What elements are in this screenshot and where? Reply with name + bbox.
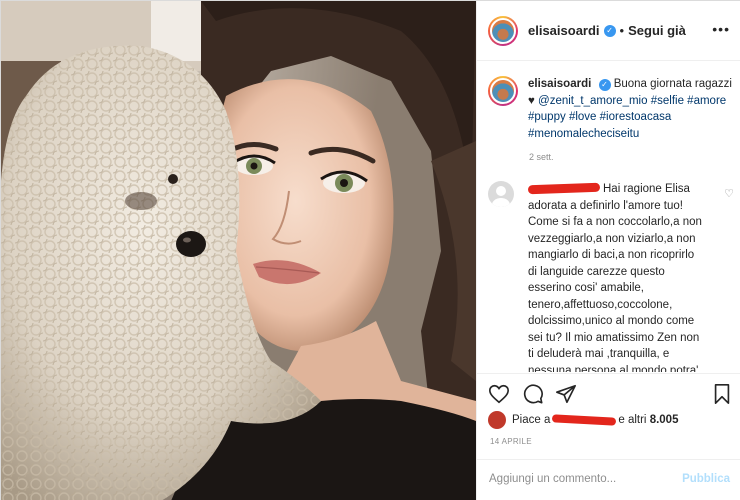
share-icon[interactable] [555,383,577,405]
redacted-liker [552,414,617,426]
likes-count[interactable]: 8.005 [650,414,679,426]
liker-avatar[interactable] [488,411,506,429]
likes-summary: Piace a e altri 8.005 [488,411,678,429]
publish-button[interactable]: Pubblica [682,473,730,485]
caption-timestamp: 2 sett. [529,152,554,162]
redacted-username [527,183,601,195]
post-side-panel: elisaisoardi ✓ • Segui già ••• elisaisoa… [476,1,740,500]
caption-verified-badge-icon: ✓ [598,79,611,91]
post-actions-bar [477,373,740,413]
hashtag-amore[interactable]: #amore [687,95,726,107]
hashtag-selfie[interactable]: #selfie [651,95,684,107]
heart-icon[interactable] [488,383,510,405]
likes-text: Piace a e altri 8.005 [512,414,678,426]
caption-mention[interactable]: @zenit_t_amore_mio [538,95,647,107]
caption-username[interactable]: elisaisoardi [528,78,591,90]
commenter-avatar[interactable] [488,181,514,207]
header-separator: • [619,23,625,38]
author-avatar[interactable] [488,15,518,46]
comment-text: Hai ragione Elisa adorata a definirlo l'… [527,181,706,372]
comment-body: Hai ragione Elisa adorata a definirlo l'… [528,183,702,372]
post-photo[interactable] [1,1,476,500]
post-date: 14 APRILE [490,437,532,446]
add-comment-bar: Pubblica [477,459,740,500]
caption-avatar-image [490,78,516,104]
likes-prefix: Piace a [512,414,551,426]
comment-item: Hai ragione Elisa adorata a definirlo l'… [488,181,738,372]
caption-text: elisaisoardi ✓ Buona giornata ragazzi ♥ … [528,76,733,142]
comments-section[interactable]: elisaisoardi ✓ Buona giornata ragazzi ♥ … [477,62,740,372]
caption-avatar[interactable] [488,76,518,106]
comment-icon[interactable] [522,383,544,405]
selfie-with-dog-image [1,1,476,500]
verified-badge-icon: ✓ [603,24,616,37]
hashtag-iorestoacasa[interactable]: #iorestoacasa [600,111,672,123]
author-avatar-image [490,17,516,44]
instagram-post-modal: elisaisoardi ✓ • Segui già ••• elisaisoa… [0,0,740,500]
comment-input[interactable] [489,473,669,485]
author-username[interactable]: elisaisoardi [528,23,600,38]
likes-suffix: e altri [618,414,647,426]
more-options-icon[interactable]: ••• [712,22,730,36]
following-button[interactable]: Segui già [628,23,686,38]
post-header: elisaisoardi ✓ • Segui già ••• [477,1,740,61]
comment-like-icon[interactable]: ♡ [724,187,734,200]
hashtag-puppy[interactable]: #puppy [528,111,566,123]
hashtag-love[interactable]: #love [569,111,597,123]
post-caption: elisaisoardi ✓ Buona giornata ragazzi ♥ … [488,76,733,142]
bookmark-icon[interactable] [711,383,733,405]
hashtag-menomalecheciseitu[interactable]: #menomalecheciseitu [528,128,639,140]
